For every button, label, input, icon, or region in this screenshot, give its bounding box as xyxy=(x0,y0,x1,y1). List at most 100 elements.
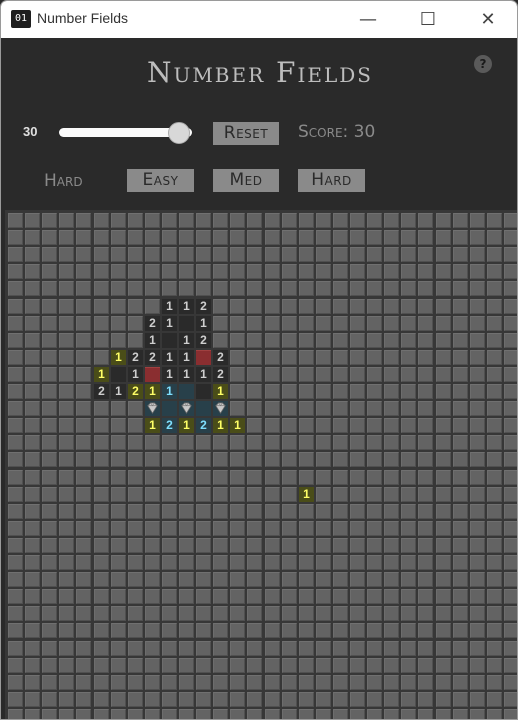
covered-cell[interactable] xyxy=(384,299,399,314)
covered-cell[interactable] xyxy=(94,401,109,416)
covered-cell[interactable] xyxy=(76,641,91,656)
covered-cell[interactable] xyxy=(504,692,517,707)
covered-cell[interactable] xyxy=(42,470,57,485)
covered-cell[interactable] xyxy=(247,555,262,570)
covered-cell[interactable] xyxy=(350,435,365,450)
covered-cell[interactable] xyxy=(384,367,399,382)
covered-cell[interactable] xyxy=(76,470,91,485)
covered-cell[interactable] xyxy=(76,538,91,553)
covered-cell[interactable] xyxy=(282,452,297,467)
covered-cell[interactable] xyxy=(196,658,211,673)
covered-cell[interactable] xyxy=(401,452,416,467)
flagged-cell[interactable] xyxy=(196,350,211,365)
covered-cell[interactable] xyxy=(453,589,468,604)
covered-cell[interactable] xyxy=(128,641,143,656)
covered-cell[interactable] xyxy=(213,589,228,604)
covered-cell[interactable] xyxy=(384,623,399,638)
covered-cell[interactable] xyxy=(128,435,143,450)
covered-cell[interactable] xyxy=(470,281,485,296)
covered-cell[interactable] xyxy=(59,299,74,314)
covered-cell[interactable] xyxy=(42,384,57,399)
covered-cell[interactable] xyxy=(487,589,502,604)
covered-cell[interactable] xyxy=(504,213,517,228)
covered-cell[interactable] xyxy=(316,589,331,604)
covered-cell[interactable] xyxy=(299,247,314,262)
covered-cell[interactable] xyxy=(59,418,74,433)
covered-cell[interactable] xyxy=(59,350,74,365)
covered-cell[interactable] xyxy=(282,623,297,638)
covered-cell[interactable] xyxy=(282,401,297,416)
covered-cell[interactable] xyxy=(111,435,126,450)
covered-cell[interactable] xyxy=(487,487,502,502)
covered-cell[interactable] xyxy=(94,487,109,502)
covered-cell[interactable] xyxy=(94,281,109,296)
covered-cell[interactable] xyxy=(316,606,331,621)
covered-cell[interactable] xyxy=(384,435,399,450)
covered-cell[interactable] xyxy=(367,555,382,570)
covered-cell[interactable] xyxy=(196,281,211,296)
covered-cell[interactable] xyxy=(282,418,297,433)
covered-cell[interactable] xyxy=(59,333,74,348)
covered-cell[interactable] xyxy=(179,487,194,502)
covered-cell[interactable] xyxy=(350,589,365,604)
covered-cell[interactable] xyxy=(384,247,399,262)
covered-cell[interactable] xyxy=(8,658,23,673)
covered-cell[interactable] xyxy=(42,658,57,673)
covered-cell[interactable] xyxy=(76,675,91,690)
covered-cell[interactable] xyxy=(504,658,517,673)
covered-cell[interactable] xyxy=(282,589,297,604)
easy-button[interactable]: Easy xyxy=(127,169,194,192)
revealed-cell[interactable]: 2 xyxy=(162,418,177,433)
covered-cell[interactable] xyxy=(111,213,126,228)
covered-cell[interactable] xyxy=(418,299,433,314)
covered-cell[interactable] xyxy=(25,264,40,279)
covered-cell[interactable] xyxy=(25,675,40,690)
covered-cell[interactable] xyxy=(76,623,91,638)
covered-cell[interactable] xyxy=(42,367,57,382)
revealed-cell[interactable]: 1 xyxy=(213,384,228,399)
covered-cell[interactable] xyxy=(384,606,399,621)
covered-cell[interactable] xyxy=(213,230,228,245)
covered-cell[interactable] xyxy=(145,658,160,673)
covered-cell[interactable] xyxy=(470,589,485,604)
covered-cell[interactable] xyxy=(128,623,143,638)
covered-cell[interactable] xyxy=(111,675,126,690)
covered-cell[interactable] xyxy=(145,299,160,314)
covered-cell[interactable] xyxy=(213,264,228,279)
covered-cell[interactable] xyxy=(230,572,245,587)
covered-cell[interactable] xyxy=(282,264,297,279)
covered-cell[interactable] xyxy=(453,641,468,656)
covered-cell[interactable] xyxy=(418,675,433,690)
covered-cell[interactable] xyxy=(333,384,348,399)
covered-cell[interactable] xyxy=(487,264,502,279)
covered-cell[interactable] xyxy=(179,521,194,536)
covered-cell[interactable] xyxy=(282,572,297,587)
covered-cell[interactable] xyxy=(299,281,314,296)
covered-cell[interactable] xyxy=(282,658,297,673)
covered-cell[interactable] xyxy=(333,555,348,570)
covered-cell[interactable] xyxy=(401,384,416,399)
revealed-cell[interactable]: 1 xyxy=(299,487,314,502)
covered-cell[interactable] xyxy=(59,572,74,587)
covered-cell[interactable] xyxy=(436,418,451,433)
covered-cell[interactable] xyxy=(8,333,23,348)
covered-cell[interactable] xyxy=(247,333,262,348)
covered-cell[interactable] xyxy=(333,435,348,450)
covered-cell[interactable] xyxy=(470,350,485,365)
covered-cell[interactable] xyxy=(76,709,91,719)
covered-cell[interactable] xyxy=(265,316,280,331)
covered-cell[interactable] xyxy=(299,418,314,433)
revealed-cell[interactable]: 1 xyxy=(128,367,143,382)
revealed-cell[interactable]: 1 xyxy=(145,384,160,399)
covered-cell[interactable] xyxy=(418,572,433,587)
covered-cell[interactable] xyxy=(265,641,280,656)
covered-cell[interactable] xyxy=(299,350,314,365)
covered-cell[interactable] xyxy=(487,452,502,467)
covered-cell[interactable] xyxy=(145,589,160,604)
covered-cell[interactable] xyxy=(42,281,57,296)
covered-cell[interactable] xyxy=(316,230,331,245)
revealed-cell[interactable] xyxy=(162,333,177,348)
covered-cell[interactable] xyxy=(265,572,280,587)
covered-cell[interactable] xyxy=(265,333,280,348)
covered-cell[interactable] xyxy=(367,709,382,719)
